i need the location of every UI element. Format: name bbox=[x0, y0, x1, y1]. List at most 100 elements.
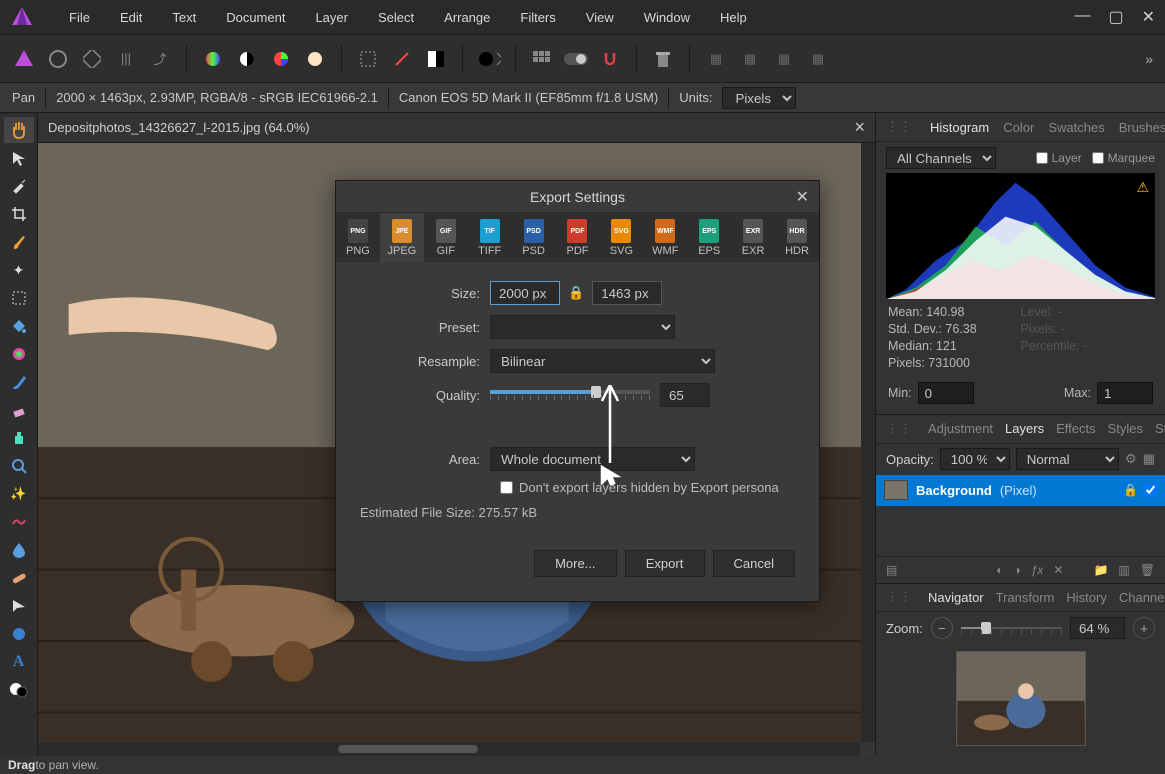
maximize-button[interactable]: ▢ bbox=[1108, 7, 1123, 27]
toggle-ui-icon[interactable] bbox=[564, 47, 588, 71]
foreground-color[interactable] bbox=[4, 677, 34, 703]
histogram-marquee-checkbox[interactable] bbox=[1092, 152, 1104, 164]
format-tab-eps[interactable]: EPSEPS bbox=[687, 213, 731, 262]
folder-icon[interactable]: 📁 bbox=[1093, 563, 1108, 577]
tab-transform[interactable]: Transform bbox=[996, 590, 1055, 605]
trash-icon[interactable] bbox=[651, 47, 675, 71]
gear-icon[interactable]: ⚙ bbox=[1125, 451, 1137, 467]
crop-tool[interactable] bbox=[4, 201, 34, 227]
persona-export-icon[interactable]: ⤴ bbox=[148, 47, 172, 71]
eyedropper-tool[interactable] bbox=[4, 173, 34, 199]
navigator-thumbnail[interactable] bbox=[956, 651, 1086, 746]
format-tab-svg[interactable]: SVGSVG bbox=[599, 213, 643, 262]
layer-lock-icon[interactable]: 🔒 bbox=[1123, 483, 1138, 497]
width-input[interactable] bbox=[490, 281, 560, 305]
area-select[interactable]: Whole document bbox=[490, 447, 695, 471]
menu-text[interactable]: Text bbox=[157, 10, 211, 25]
paint-mixer-tool[interactable] bbox=[4, 341, 34, 367]
brush-tool[interactable] bbox=[4, 229, 34, 255]
panel-grip-icon[interactable]: ⋮⋮ bbox=[886, 421, 912, 437]
hist-min-input[interactable] bbox=[918, 382, 974, 404]
tab-swatches[interactable]: Swatches bbox=[1048, 120, 1104, 135]
format-tab-exr[interactable]: EXREXR bbox=[731, 213, 775, 262]
blend-mode-select[interactable]: Normal bbox=[1016, 448, 1119, 470]
persona-tone-icon[interactable]: ||| bbox=[114, 47, 138, 71]
sparkle-tool[interactable]: ✨ bbox=[4, 481, 34, 507]
move-tool[interactable] bbox=[4, 145, 34, 171]
snapping-icon[interactable] bbox=[598, 47, 622, 71]
bandage-tool[interactable] bbox=[4, 565, 34, 591]
fx-icon[interactable]: ƒx bbox=[1031, 563, 1044, 577]
zoom-tool[interactable] bbox=[4, 453, 34, 479]
zoom-slider[interactable] bbox=[961, 618, 1062, 638]
resample-select[interactable]: Bilinear bbox=[490, 349, 715, 373]
magic-wand-tool[interactable]: ✦ bbox=[4, 257, 34, 283]
toolbar-overflow-button[interactable]: » bbox=[1145, 51, 1153, 67]
clone-tool[interactable] bbox=[4, 425, 34, 451]
lock-opacity-icon[interactable]: ▦ bbox=[1143, 451, 1155, 467]
tab-stock[interactable]: Stock bbox=[1155, 421, 1165, 436]
trash-layer-icon[interactable]: 🗑 bbox=[1140, 563, 1155, 577]
layer-visible-checkbox[interactable] bbox=[1144, 483, 1157, 497]
menu-select[interactable]: Select bbox=[363, 10, 429, 25]
tab-brushes[interactable]: Brushes bbox=[1119, 120, 1165, 135]
layer-stack-icon[interactable]: ▤ bbox=[886, 563, 897, 577]
format-tab-gif[interactable]: GIFGIF bbox=[424, 213, 468, 262]
marquee-tool[interactable] bbox=[4, 285, 34, 311]
horizontal-scrollbar[interactable] bbox=[38, 742, 860, 756]
minimize-button[interactable]: — bbox=[1074, 7, 1090, 27]
panel-grip-icon[interactable]: ⋮⋮ bbox=[886, 119, 912, 135]
zoom-value-input[interactable] bbox=[1070, 617, 1125, 639]
tab-color[interactable]: Color bbox=[1003, 120, 1034, 135]
tab-channels[interactable]: Channels bbox=[1119, 590, 1165, 605]
menu-arrange[interactable]: Arrange bbox=[429, 10, 505, 25]
histogram-layer-checkbox[interactable] bbox=[1036, 152, 1048, 164]
tab-effects[interactable]: Effects bbox=[1056, 421, 1096, 436]
tab-history[interactable]: History bbox=[1066, 590, 1106, 605]
menu-filters[interactable]: Filters bbox=[505, 10, 570, 25]
format-tab-pdf[interactable]: PDFPDF bbox=[556, 213, 600, 262]
height-input[interactable] bbox=[592, 281, 662, 305]
close-window-button[interactable]: ✕ bbox=[1142, 7, 1155, 27]
selection-refine-icon[interactable] bbox=[424, 47, 448, 71]
panel-grip-icon[interactable]: ⋮⋮ bbox=[886, 589, 912, 605]
close-document-button[interactable]: × bbox=[854, 117, 865, 138]
lock-aspect-icon[interactable]: 🔒 bbox=[568, 285, 584, 301]
preset-select[interactable] bbox=[490, 315, 675, 339]
shape-tool[interactable] bbox=[4, 621, 34, 647]
menu-view[interactable]: View bbox=[571, 10, 629, 25]
units-select[interactable]: Pixels bbox=[722, 87, 796, 109]
menu-help[interactable]: Help bbox=[705, 10, 762, 25]
tab-histogram[interactable]: Histogram bbox=[930, 120, 989, 135]
paint-brush-tool[interactable] bbox=[4, 369, 34, 395]
layer-row[interactable]: Background (Pixel) 🔒 bbox=[876, 475, 1165, 506]
format-tab-jpeg[interactable]: JPEJPEG bbox=[380, 213, 424, 262]
quality-input[interactable] bbox=[660, 383, 710, 407]
no-export-hidden-checkbox[interactable] bbox=[500, 481, 513, 494]
auto-contrast-icon[interactable] bbox=[235, 47, 259, 71]
zoom-in-button[interactable]: + bbox=[1133, 617, 1155, 639]
menu-document[interactable]: Document bbox=[211, 10, 300, 25]
zoom-out-button[interactable]: − bbox=[931, 617, 953, 639]
persona-develop-icon[interactable] bbox=[80, 47, 104, 71]
export-button[interactable]: Export bbox=[625, 550, 705, 577]
document-tab[interactable]: Depositphotos_14326627_l-2015.jpg (64.0%… bbox=[48, 120, 310, 135]
menu-file[interactable]: File bbox=[54, 10, 105, 25]
auto-colors-icon[interactable] bbox=[269, 47, 293, 71]
delete-layer-icon[interactable]: ✕ bbox=[1053, 563, 1063, 577]
opacity-select[interactable]: 100 % bbox=[940, 448, 1010, 470]
adjust-icon[interactable]: ◑ bbox=[1013, 563, 1020, 577]
vertical-scrollbar[interactable] bbox=[861, 143, 875, 742]
selection-diagonal-icon[interactable] bbox=[390, 47, 414, 71]
format-tab-wmf[interactable]: WMFWMF bbox=[643, 213, 687, 262]
format-tab-psd[interactable]: PSDPSD bbox=[512, 213, 556, 262]
grid-arrange-icon[interactable] bbox=[530, 47, 554, 71]
text-tool[interactable]: A bbox=[4, 649, 34, 675]
persona-photo-icon[interactable] bbox=[12, 47, 36, 71]
hist-max-input[interactable] bbox=[1097, 382, 1153, 404]
auto-levels-icon[interactable] bbox=[201, 47, 225, 71]
blur-tool[interactable] bbox=[4, 537, 34, 563]
format-tab-hdr[interactable]: HDRHDR bbox=[775, 213, 819, 262]
mask-icon[interactable]: ◐ bbox=[996, 563, 1003, 577]
tab-layers[interactable]: Layers bbox=[1005, 421, 1044, 436]
